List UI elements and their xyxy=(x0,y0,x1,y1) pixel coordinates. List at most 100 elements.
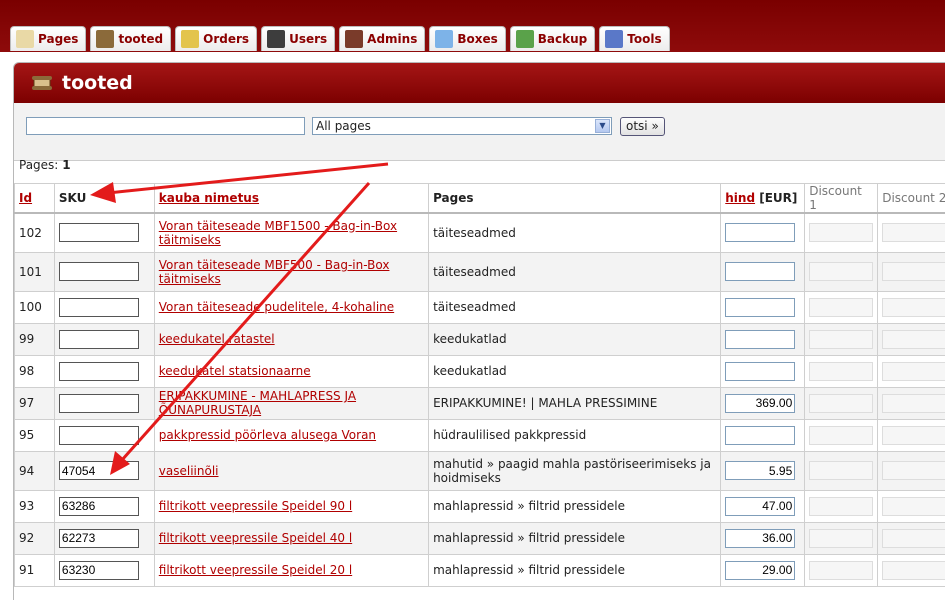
table-row: 101 Voran täiteseade MBF500 - Bag-in-Box … xyxy=(14,251,945,292)
orders-icon xyxy=(181,30,200,48)
tab-pages[interactable]: Pages xyxy=(10,26,87,51)
product-link[interactable]: keedukatel statsionaarne xyxy=(159,364,311,378)
cell-discount1 xyxy=(804,418,879,452)
price-input[interactable] xyxy=(725,560,796,580)
product-link[interactable]: filtrikott veepressile Speidel 40 l xyxy=(159,531,352,545)
cell-discount1 xyxy=(804,521,879,555)
sku-input[interactable] xyxy=(58,262,139,281)
cell-sku xyxy=(53,212,155,253)
cell-price xyxy=(720,450,806,491)
product-link[interactable]: keedukatel ratastel xyxy=(159,332,275,346)
tab-users[interactable]: Users xyxy=(261,26,336,51)
cell-id: 100 xyxy=(14,290,55,324)
price-input[interactable] xyxy=(725,361,796,381)
box-icon xyxy=(435,30,454,48)
price-input[interactable] xyxy=(725,496,796,516)
price-input[interactable] xyxy=(725,393,796,413)
product-link[interactable]: vaseliinõli xyxy=(159,464,219,478)
cell-name: Voran täiteseade MBF1500 - Bag-in-Box tä… xyxy=(153,212,430,253)
chevron-down-icon[interactable]: ▼ xyxy=(595,119,610,133)
product-link[interactable]: pakkpressid pöörleva alusega Voran xyxy=(159,428,376,442)
tab-tooted[interactable]: tooted xyxy=(90,26,172,51)
sku-input[interactable] xyxy=(58,297,139,317)
backup-icon xyxy=(515,30,534,48)
discount2-input xyxy=(882,361,945,381)
cell-pages: ERIPAKKUMINE! | MAHLA PRESSIMINE xyxy=(428,386,722,420)
product-link[interactable]: Voran täiteseade MBF500 - Bag-in-Box täi… xyxy=(159,258,390,286)
cell-name: filtrikott veepressile Speidel 40 l xyxy=(153,521,430,555)
cell-id: 97 xyxy=(14,386,55,420)
column-header-discount2: Discount 2 xyxy=(877,183,945,214)
price-input[interactable] xyxy=(725,528,796,548)
sku-input[interactable] xyxy=(58,461,139,480)
product-link[interactable]: Voran täiteseade pudelitele, 4-kohaline xyxy=(159,300,394,314)
tab-admins[interactable]: Admins xyxy=(339,26,426,51)
page-title: tooted xyxy=(62,72,133,94)
product-link[interactable]: filtrikott veepressile Speidel 20 l xyxy=(159,563,352,577)
cell-discount2 xyxy=(877,354,945,388)
cell-discount2 xyxy=(877,521,945,555)
price-input[interactable] xyxy=(725,223,796,243)
table-row: 100 Voran täiteseade pudelitele, 4-kohali… xyxy=(14,290,945,324)
cell-discount2 xyxy=(877,489,945,523)
cell-pages: keedukatlad xyxy=(428,322,722,356)
tab-label: tooted xyxy=(118,32,164,46)
pages-select[interactable]: All pages ▼ xyxy=(312,117,612,135)
tab-backup[interactable]: Backup xyxy=(509,26,596,51)
tab-label: Backup xyxy=(537,32,588,46)
cell-sku xyxy=(53,386,155,420)
tab-label: Tools xyxy=(627,32,662,46)
sku-input[interactable] xyxy=(58,223,139,243)
cell-sku xyxy=(53,322,155,356)
column-header-discount1: Discount 1 xyxy=(804,183,879,214)
cell-name: keedukatel statsionaarne xyxy=(153,354,430,388)
price-input[interactable] xyxy=(725,461,796,480)
search-button[interactable]: otsi » xyxy=(620,117,665,136)
product-link[interactable]: ERIPAKKUMINE - MAHLAPRESS JA ÕUNAPURUSTA… xyxy=(159,389,356,417)
cell-price xyxy=(720,354,806,388)
cell-sku xyxy=(53,489,155,523)
cell-sku xyxy=(53,521,155,555)
table-row: 94 vaseliinõli mahutid » paagid mahla past… xyxy=(14,450,945,491)
cell-sku xyxy=(53,290,155,324)
product-link[interactable]: filtrikott veepressile Speidel 90 l xyxy=(159,499,352,513)
sku-input[interactable] xyxy=(58,528,139,548)
sku-input[interactable] xyxy=(58,496,139,516)
discount2-input xyxy=(882,528,945,548)
column-header-price[interactable]: hind [EUR] xyxy=(720,183,806,214)
table-row: 95 pakkpressid pöörleva alusega Voran hüdr… xyxy=(14,418,945,452)
table-row: 97 ERIPAKKUMINE - MAHLAPRESS JA ÕUNAPURUS… xyxy=(14,386,945,420)
column-header-id[interactable]: Id xyxy=(14,183,55,214)
sku-input[interactable] xyxy=(58,361,139,381)
sku-input[interactable] xyxy=(58,425,139,445)
pencil-icon xyxy=(16,30,34,48)
sku-input[interactable] xyxy=(58,393,139,413)
sku-input[interactable] xyxy=(58,560,139,580)
tab-label: Pages xyxy=(38,32,79,46)
tab-label: Boxes xyxy=(457,32,498,46)
price-input[interactable] xyxy=(725,329,796,349)
cell-pages: hüdraulilised pakkpressid xyxy=(428,418,722,452)
cell-name: Voran täiteseade MBF500 - Bag-in-Box täi… xyxy=(153,251,430,292)
pagination-current[interactable]: 1 xyxy=(62,158,70,172)
discount2-input xyxy=(882,496,945,516)
sku-input[interactable] xyxy=(58,329,139,349)
cell-id: 95 xyxy=(14,418,55,452)
search-input[interactable] xyxy=(26,117,305,135)
tab-orders[interactable]: Orders xyxy=(175,26,258,51)
pagination: Pages: 1 xyxy=(19,158,71,172)
cell-name: pakkpressid pöörleva alusega Voran xyxy=(153,418,430,452)
column-header-name[interactable]: kauba nimetus xyxy=(153,183,430,214)
price-input[interactable] xyxy=(725,262,796,281)
cell-pages: mahlapressid » filtrid pressidele xyxy=(428,553,722,587)
price-input[interactable] xyxy=(725,297,796,317)
admin-icon xyxy=(345,30,364,48)
discount2-input xyxy=(882,560,945,580)
tab-boxes[interactable]: Boxes xyxy=(429,26,506,51)
cell-name: vaseliinõli xyxy=(153,450,430,491)
product-link[interactable]: Voran täiteseade MBF1500 - Bag-in-Box tä… xyxy=(159,219,397,247)
cell-pages: täiteseadmed xyxy=(428,212,722,253)
tab-tools[interactable]: Tools xyxy=(599,26,670,51)
price-input[interactable] xyxy=(725,425,796,445)
tab-label: Orders xyxy=(203,32,250,46)
